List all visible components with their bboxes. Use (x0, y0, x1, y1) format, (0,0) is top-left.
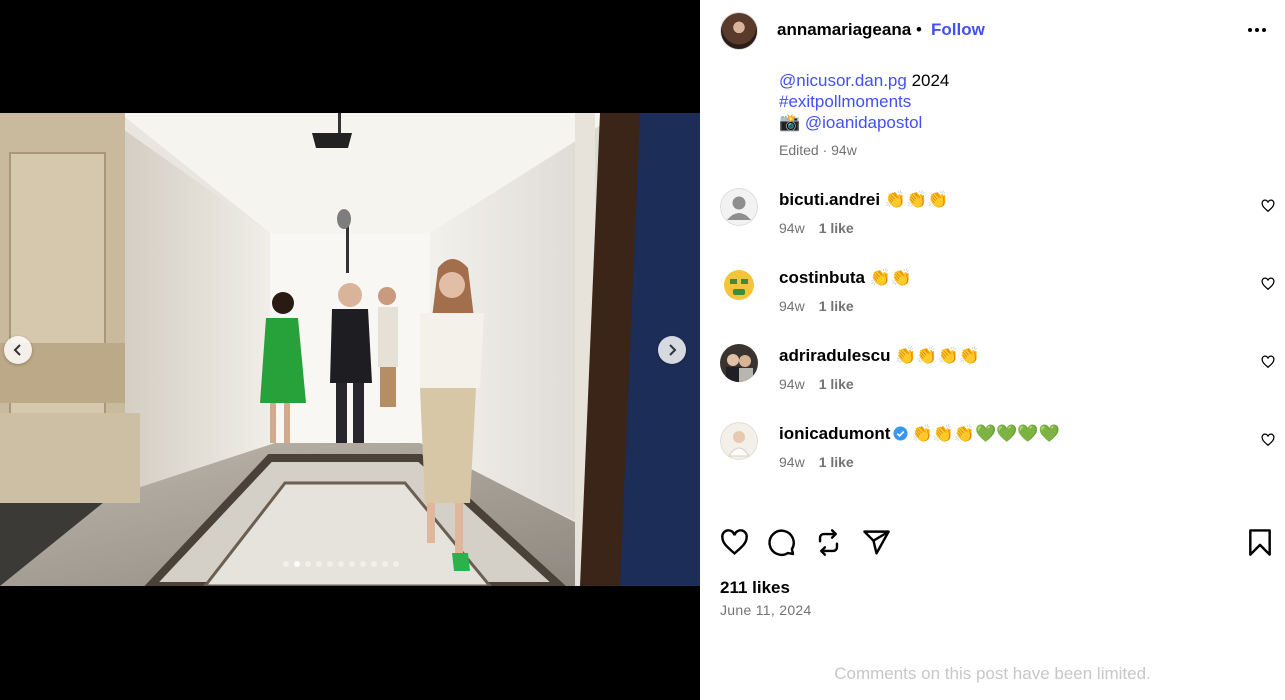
likes-count[interactable]: 211 likes (720, 578, 790, 598)
comment-age: 94w (779, 220, 805, 236)
carousel-dot (338, 561, 344, 567)
comment-likes[interactable]: 1 like (819, 376, 854, 392)
follow-button[interactable]: Follow (931, 20, 985, 40)
comment-item: ionicadumont 👏👏👏💚💚💚💚 94w 1 like (700, 422, 1285, 482)
comment-item: bicuti.andrei 👏👏👏 94w 1 like (700, 188, 1285, 248)
comment-item: adriradulescu 👏👏👏👏 94w 1 like (700, 344, 1285, 404)
carousel-dot (371, 561, 377, 567)
verified-badge-icon (893, 425, 908, 441)
comment-item: costinbuta 👏👏 94w 1 like (700, 266, 1285, 326)
caption-hashtag[interactable]: #exitpollmoments (779, 92, 911, 111)
carousel-dot (294, 561, 300, 567)
heart-icon[interactable] (720, 528, 749, 557)
carousel-dot (360, 561, 366, 567)
carousel-dot (393, 561, 399, 567)
post-date: June 11, 2024 (720, 602, 812, 618)
comment-age: 94w (779, 376, 805, 392)
photo-avatar (720, 422, 758, 460)
previous-slide-button[interactable] (4, 336, 32, 364)
commenter-avatar[interactable] (720, 344, 758, 382)
author-avatar[interactable] (720, 12, 758, 50)
caption-photographer-mention[interactable]: @ioanidapostol (805, 113, 922, 132)
post-header: annamariageana • Follow (700, 0, 1285, 62)
comment-likes[interactable]: 1 like (819, 298, 854, 314)
heart-icon[interactable] (1261, 199, 1275, 213)
comment-text: 👏👏 (869, 268, 913, 287)
comment-text: 👏👏👏👏 (895, 346, 980, 365)
author-username[interactable]: annamariageana (777, 20, 911, 40)
comment-username[interactable]: adriradulescu (779, 346, 891, 365)
repost-icon[interactable] (814, 528, 843, 557)
money-face-emoji-avatar (720, 266, 758, 304)
comment-text: 👏👏👏 (884, 190, 949, 209)
comment-age: 94w (779, 454, 805, 470)
comment-likes[interactable]: 1 like (819, 454, 854, 470)
chevron-left-icon (13, 344, 21, 356)
heart-icon[interactable] (1261, 433, 1275, 447)
comment-username[interactable]: ionicadumont (779, 424, 890, 443)
comment-text: 👏👏👏💚💚💚💚 (911, 424, 1060, 443)
default-avatar-icon (720, 188, 758, 226)
photo-avatar (720, 344, 758, 382)
comment-username[interactable]: bicuti.andrei (779, 190, 880, 209)
comments-limited-notice: Comments on this post have been limited. (834, 664, 1151, 683)
camera-emoji: 📸 (779, 113, 805, 132)
carousel-dot (316, 561, 322, 567)
carousel-dot (327, 561, 333, 567)
edited-timestamp: Edited · 94w (779, 142, 857, 158)
heart-icon[interactable] (1261, 277, 1275, 291)
caption-year: 2024 (906, 71, 950, 90)
post-action-bar (700, 528, 1285, 560)
post-photo[interactable] (0, 113, 700, 586)
carousel-dot (349, 561, 355, 567)
carousel-dot (305, 561, 311, 567)
commenter-avatar[interactable] (720, 422, 758, 460)
carousel-dot (283, 561, 289, 567)
post-caption: @nicusor.dan.pg 2024 #exitpollmoments 📸 … (779, 70, 949, 133)
bookmark-icon[interactable] (1247, 528, 1273, 557)
commenter-avatar[interactable] (720, 188, 758, 226)
next-slide-button[interactable] (658, 336, 686, 364)
caption-cut-off (779, 58, 1069, 64)
more-options-icon[interactable] (1248, 28, 1266, 32)
comment-username[interactable]: costinbuta (779, 268, 865, 287)
share-icon[interactable] (862, 528, 891, 557)
header-separator: • (916, 20, 922, 39)
post-details-panel: annamariageana • Follow @nicusor.dan.pg … (700, 0, 1285, 700)
heart-icon[interactable] (1261, 355, 1275, 369)
comment-likes[interactable]: 1 like (819, 220, 854, 236)
chevron-right-icon (669, 344, 677, 356)
commenter-avatar[interactable] (720, 266, 758, 304)
comment-icon[interactable] (767, 528, 796, 557)
post-media (0, 0, 700, 700)
carousel-dot (382, 561, 388, 567)
caption-mention[interactable]: @nicusor.dan.pg (779, 71, 907, 90)
comment-age: 94w (779, 298, 805, 314)
carousel-indicator (283, 561, 399, 567)
hallway-photo (0, 113, 700, 586)
